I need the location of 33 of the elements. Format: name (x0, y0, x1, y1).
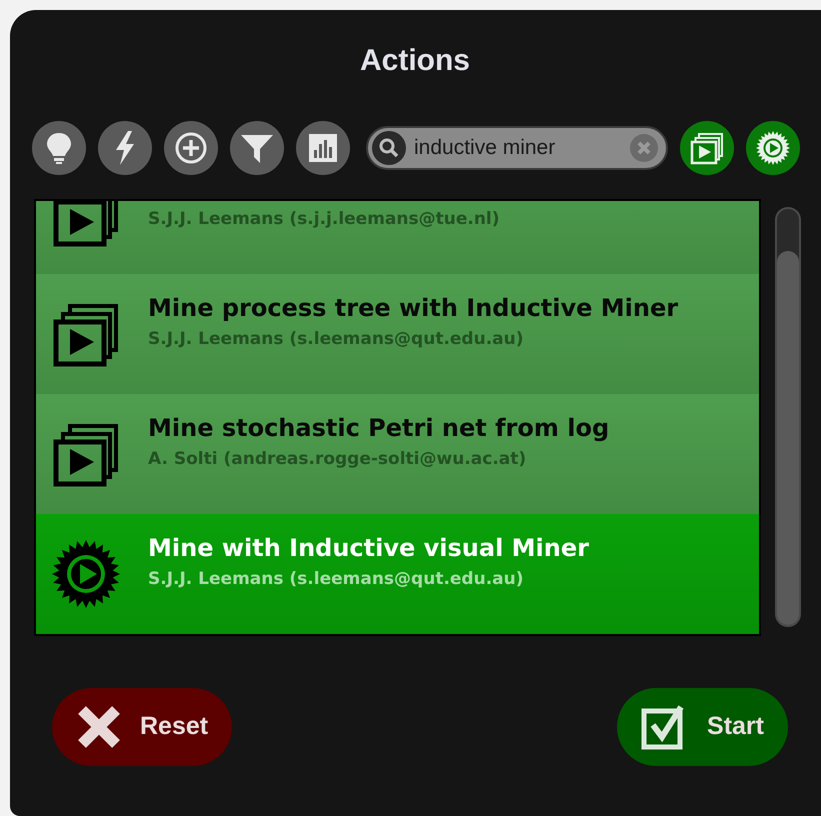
action-author: S.J.J. Leemans (s.j.j.leemans@tue.nl) (148, 208, 500, 232)
add-button[interactable] (164, 121, 218, 175)
chart-button[interactable] (296, 121, 350, 175)
lightning-icon (114, 131, 136, 165)
action-item[interactable]: Mine with Inductive visual Miner S.J.J. Leemans (s.leemans@qut.edu.au) (36, 514, 759, 634)
search-icon (372, 131, 406, 165)
action-author: A. Solti (andreas.rogge-solti@wu.ac.at) (148, 448, 528, 472)
stacked-play-icon (689, 130, 725, 166)
search-field[interactable]: inductive miner (366, 126, 668, 170)
start-button[interactable]: Start (617, 688, 788, 766)
bar-chart-icon (309, 134, 337, 162)
plus-circle-icon (175, 132, 207, 164)
filter-icon (241, 133, 273, 163)
action-title: Mine stochastic Petri net from log (148, 413, 610, 444)
lightbulb-icon (46, 132, 72, 164)
lightning-button[interactable] (98, 121, 152, 175)
scrollbar[interactable] (775, 207, 801, 627)
search-input[interactable]: inductive miner (414, 132, 622, 164)
action-title: Mine with Inductive visual Miner (148, 533, 589, 564)
plugin-actions-button[interactable] (680, 121, 734, 175)
gear-play-icon (50, 538, 122, 610)
action-author: S.J.J. Leemans (s.leemans@qut.edu.au) (148, 568, 525, 592)
lightbulb-button[interactable] (32, 121, 86, 175)
panel-title: Actions (360, 43, 470, 79)
filter-button[interactable] (230, 121, 284, 175)
action-title: Mine process tree with Inductive Miner (148, 293, 678, 324)
reset-button[interactable]: Reset (52, 688, 232, 766)
action-author: S.J.J. Leemans (s.leemans@qut.edu.au) (148, 328, 525, 352)
cross-icon (76, 704, 122, 750)
action-item[interactable]: Mine process tree with Inductive Miner S.J.J. Leemans (s.leemans@qut.edu.au) (36, 274, 759, 394)
visualizer-actions-button[interactable] (746, 121, 800, 175)
action-item[interactable]: Mine stochastic Petri net from log A. Solti (andreas.rogge-solti@wu.ac.at) (36, 394, 759, 514)
gear-play-icon (755, 130, 791, 166)
